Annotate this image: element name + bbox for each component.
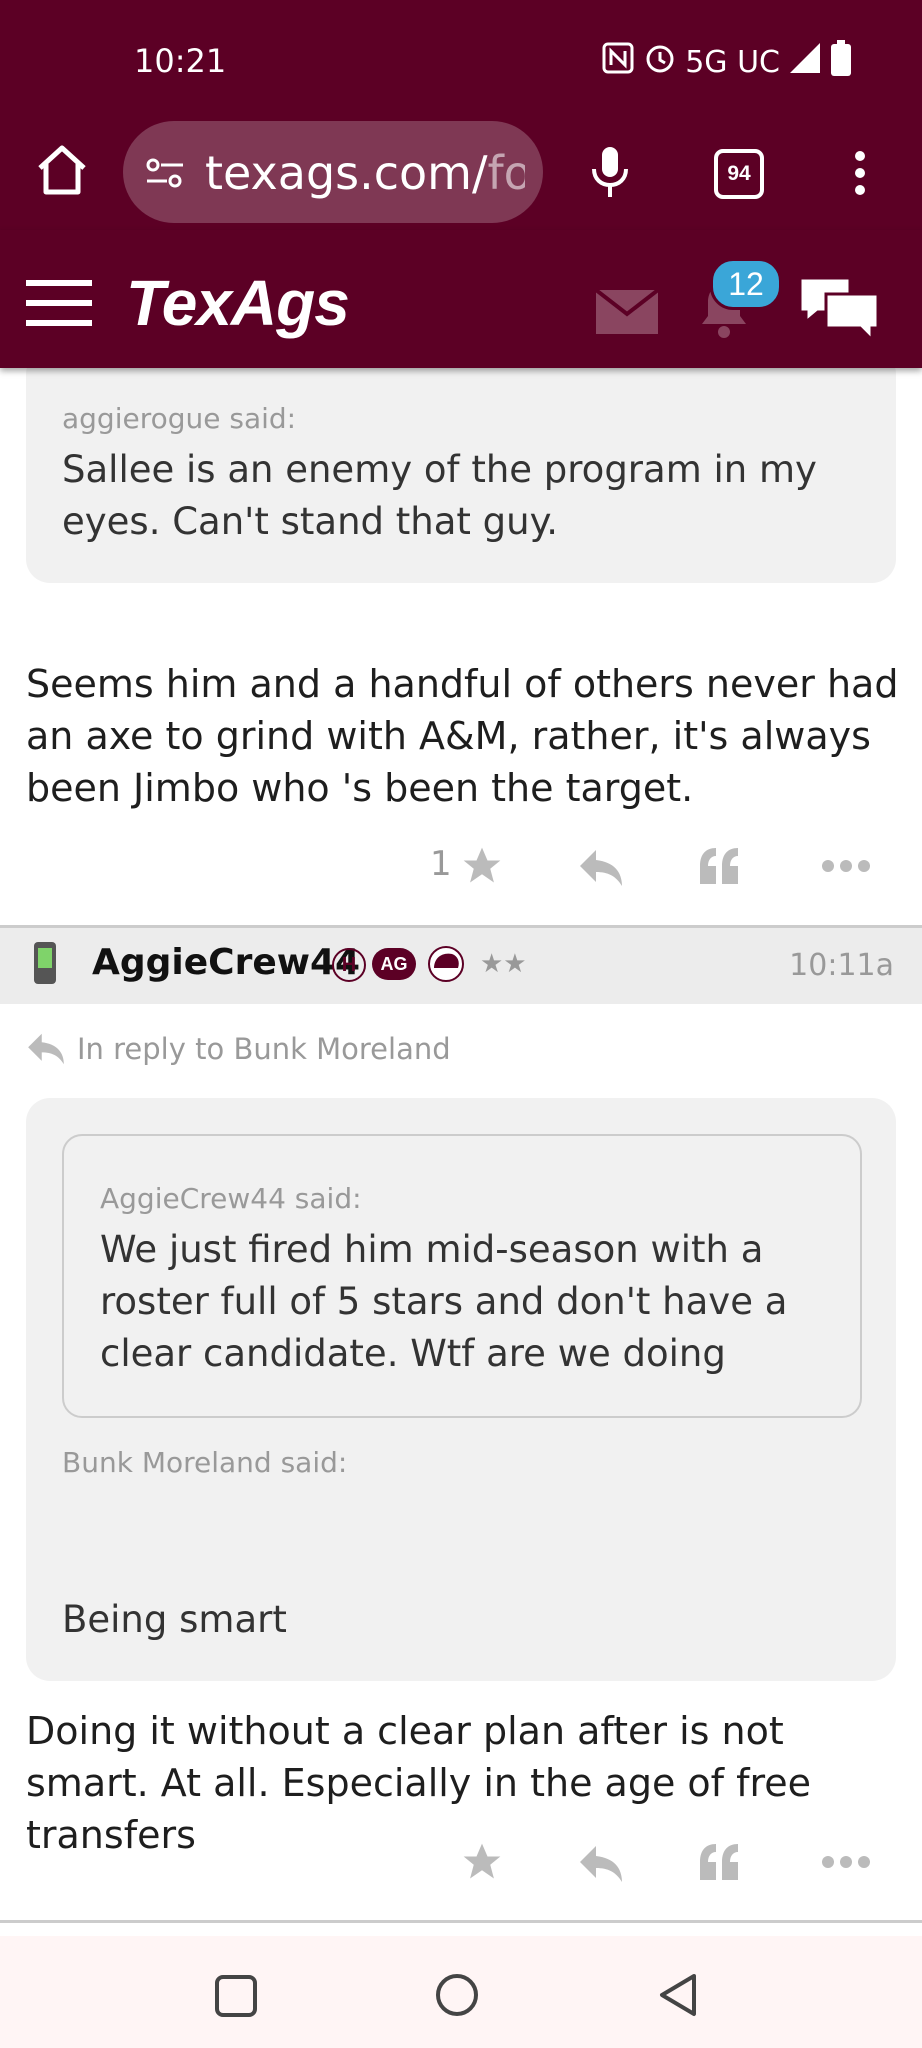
quote-author: aggierogue said:: [62, 402, 297, 435]
site-settings-icon[interactable]: [143, 155, 187, 196]
reply-to-link[interactable]: In reply to Bunk Moreland: [77, 1032, 451, 1066]
quote-author: Bunk Moreland said:: [62, 1446, 348, 1479]
home-nav-icon[interactable]: [434, 1972, 480, 2023]
star-icon[interactable]: [460, 1840, 504, 1889]
alarm-icon: [643, 41, 677, 83]
more-options-icon[interactable]: [820, 1854, 872, 1875]
quote-block: AggieCrew44 said: We just fired him mid-…: [26, 1098, 896, 1681]
url-faded: for: [487, 146, 525, 200]
chat-icon[interactable]: [796, 272, 882, 347]
post-body: Doing it without a clear plan after is n…: [26, 1709, 812, 1857]
site-logo[interactable]: TexAgs: [126, 266, 350, 340]
post-time: 10:11a: [789, 948, 894, 983]
reply-arrow-icon: [26, 1032, 66, 1071]
star-count: 1: [430, 844, 452, 884]
ag-badge: AG: [372, 948, 416, 980]
system-icons: 5G UC: [601, 40, 852, 84]
status-bar: 10:21 5G UC: [0, 0, 922, 120]
mail-icon[interactable]: [594, 288, 660, 339]
recents-icon[interactable]: [214, 1974, 258, 2023]
quote-block: aggierogue said: Sallee is an enemy of t…: [26, 350, 896, 583]
signal-icon: [788, 41, 822, 83]
tab-switcher-button[interactable]: 94: [714, 149, 764, 199]
nested-quote-author: AggieCrew44 said:: [100, 1182, 362, 1215]
quote-icon[interactable]: [698, 1842, 742, 1887]
url-visible: texags.com/: [205, 146, 488, 200]
more-options-icon[interactable]: [820, 858, 872, 879]
helmet-badge-icon: [426, 946, 466, 987]
network-label: 5G UC: [685, 44, 780, 80]
nfc-icon: [601, 41, 635, 83]
nested-quote-text: We just fired him mid-season with a rost…: [100, 1228, 788, 1375]
url-text[interactable]: texags.com/for: [205, 146, 525, 200]
rating-stars: ★★: [480, 948, 527, 978]
star-icon[interactable]: [460, 844, 504, 893]
microphone-icon[interactable]: [588, 145, 632, 206]
battery-icon: [830, 40, 852, 84]
quote-text: Being smart: [62, 1598, 287, 1641]
site-header: TexAgs 12: [0, 230, 922, 368]
quote-icon[interactable]: [698, 846, 742, 891]
reply-icon[interactable]: [578, 1844, 624, 1889]
username[interactable]: AggieCrew44: [92, 942, 360, 983]
back-icon[interactable]: [656, 1972, 700, 2023]
status-time: 10:21: [134, 42, 227, 80]
h-badge: H: [332, 948, 366, 982]
quote-text: Sallee is an enemy of the program in my …: [62, 448, 817, 543]
post-body: Seems him and a handful of others never …: [26, 662, 899, 810]
nested-quote-block: AggieCrew44 said: We just fired him mid-…: [62, 1134, 862, 1418]
post-header: AggieCrew44 H AG ★★ 10:11a: [0, 928, 922, 1004]
more-menu-icon[interactable]: [852, 150, 868, 201]
system-nav-bar: [0, 1936, 922, 2048]
hamburger-menu-icon[interactable]: [26, 278, 92, 333]
post-divider: [0, 1920, 922, 1923]
notification-badge: 12: [710, 258, 782, 310]
reply-icon[interactable]: [578, 848, 624, 893]
phone-avatar-icon[interactable]: [30, 940, 60, 991]
home-icon[interactable]: [34, 142, 90, 198]
